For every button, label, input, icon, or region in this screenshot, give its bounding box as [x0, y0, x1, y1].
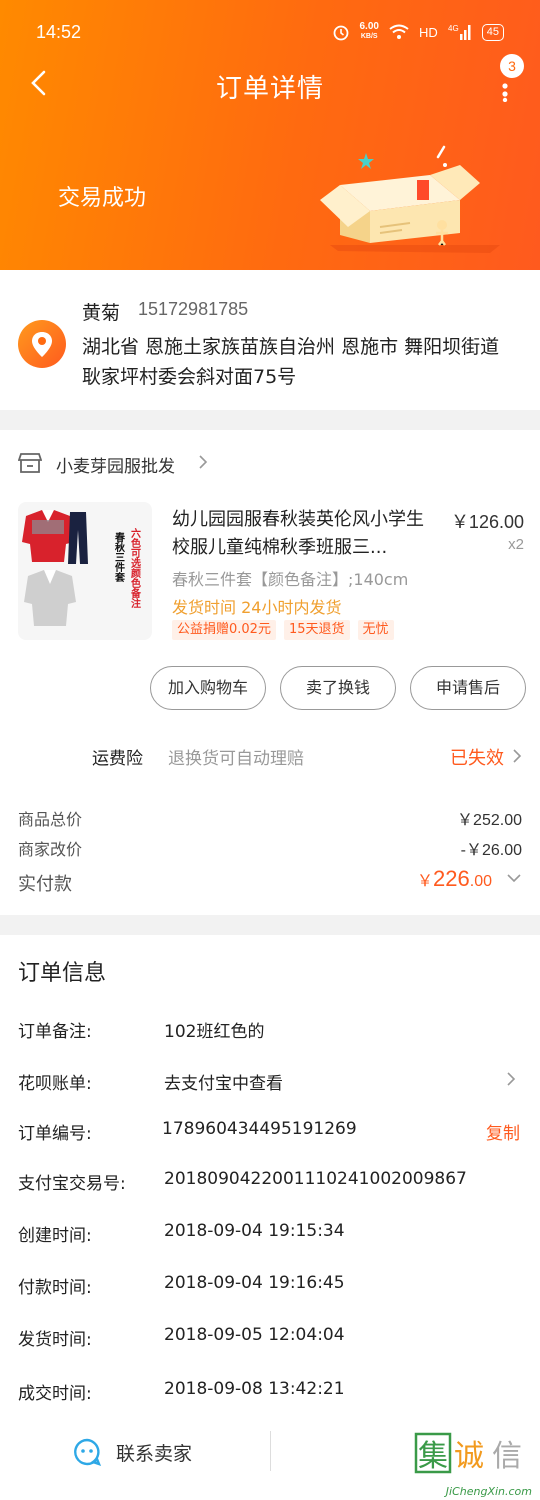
product-price: ￥126.00 [450, 512, 524, 532]
contact-seller-button[interactable]: 联系卖家 [116, 1439, 192, 1466]
insurance-label: 运费险 [92, 749, 143, 769]
divider [270, 1431, 271, 1471]
svg-text:集: 集 [418, 1439, 448, 1474]
product-title[interactable]: 幼儿园园服春秋装英伦风小学生校服儿童纯棉秋季班服三... [172, 506, 434, 562]
paid-label: 实付款 [18, 874, 72, 895]
insurance-status[interactable]: 已失效 [450, 744, 504, 770]
order-info-title: 订单信息 [18, 961, 107, 986]
watermark-site: JiChengXin.com [445, 1485, 532, 1498]
thumb-caption-1: 春秋三件套 [113, 531, 126, 583]
order-no-value: 178960434495191269 [162, 1119, 357, 1139]
alipay-no-label: 支付宝交易号: [18, 1174, 126, 1194]
paid-dec: .00 [469, 873, 492, 890]
price-adjust-value: -￥26.00 [460, 842, 522, 859]
resell-button[interactable]: 卖了换钱 [280, 666, 396, 710]
order-info-card: 订单信息 订单备注: 102班红色的 花呗账单: 去支付宝中查看 订单编号: 1… [0, 935, 540, 1415]
shop-icon [18, 453, 42, 473]
battery-indicator: 45 [481, 23, 504, 41]
paid-time-label: 付款时间: [18, 1278, 92, 1298]
status-icons: 6.00 KB/S HD 4G 45 [332, 22, 504, 42]
order-actions: 加入购物车 卖了换钱 申请售后 [150, 666, 526, 710]
huabei-label: 花呗账单: [18, 1074, 92, 1094]
add-to-cart-button[interactable]: 加入购物车 [150, 666, 266, 710]
service-tags: 公益捐赠0.02元 15天退货 无忧 [172, 620, 394, 640]
location-icon [18, 320, 66, 368]
message-badge[interactable]: 3 [500, 54, 524, 78]
signal-icon: 4G [448, 24, 471, 40]
price-adjust-label: 商家改价 [18, 840, 83, 859]
speed-unit: KB/S [360, 33, 378, 40]
insurance-desc: 退换货可自动理赔 [168, 749, 304, 769]
address-card: 黄菊 15172981785 湖北省 恩施土家族苗族自治州 恩施市 舞阳坝街道 … [0, 270, 540, 410]
tag-return: 15天退货 [283, 620, 350, 640]
receiver-address: 湖北省 恩施土家族苗族自治州 恩施市 舞阳坝街道 耿家坪村委会斜对面75号 [82, 336, 500, 388]
order-header: 14:52 6.00 KB/S HD 4G 45 订单详情 3 交易成功 [0, 0, 540, 270]
chevron-right-icon[interactable] [512, 748, 522, 764]
receiver-name: 黄菊 [82, 302, 121, 324]
receiver-phone: 15172981785 [138, 299, 249, 319]
chevron-right-icon[interactable] [506, 1071, 516, 1087]
product-quantity: x2 [508, 536, 524, 553]
speed-value: 6.00 [359, 21, 379, 32]
net-type: 4G [448, 24, 459, 33]
chevron-down-icon[interactable] [506, 873, 522, 883]
tag-worry-free: 无忧 [357, 620, 394, 640]
after-sale-button[interactable]: 申请售后 [410, 666, 526, 710]
shipped-label: 发货时间: [18, 1330, 92, 1350]
paid-time-value: 2018-09-04 19:16:45 [164, 1273, 345, 1293]
paid-symbol: ￥ [417, 873, 434, 890]
thumb-caption-2: 六色可选颜色备注 [129, 527, 142, 609]
page-title: 订单详情 [215, 74, 324, 104]
created-label: 创建时间: [18, 1226, 92, 1246]
open-box-illustration [320, 145, 500, 253]
paid-int: 226 [433, 866, 470, 891]
order-no-label: 订单编号: [18, 1124, 92, 1144]
alipay-no-value: 2018090422001110241002009867 [164, 1169, 467, 1189]
created-value: 2018-09-04 19:15:34 [164, 1221, 345, 1241]
completed-value: 2018-09-08 13:42:21 [164, 1379, 345, 1399]
svg-text:诚: 诚 [454, 1439, 484, 1474]
shipping-time: 发货时间 24小时内发货 [172, 598, 342, 617]
note-value: 102班红色的 [164, 1022, 265, 1042]
order-card: 小麦芽园服批发 春秋三件套 六色可选颜色备注 幼儿园园服春秋装英伦风小学生校服儿… [0, 430, 540, 915]
goods-total-value: ￥252.00 [457, 812, 522, 829]
status-bar: 14:52 6.00 KB/S HD 4G 45 [0, 0, 540, 64]
copy-button[interactable]: 复制 [486, 1119, 520, 1144]
completed-label: 成交时间: [18, 1384, 92, 1404]
huabei-value[interactable]: 去支付宝中查看 [164, 1069, 283, 1094]
hd-label: HD [418, 24, 438, 40]
price-adjust-row: 商家改价 -￥26.00 [18, 836, 522, 860]
product-sku: 春秋三件套【颜色备注】;140cm [172, 570, 409, 589]
trade-status: 交易成功 [58, 186, 147, 211]
status-time: 14:52 [36, 22, 82, 42]
paid-amount: ￥226.00 [417, 866, 492, 892]
svg-text:信: 信 [492, 1439, 522, 1474]
goods-total-label: 商品总价 [18, 810, 83, 829]
wifi-icon [389, 24, 409, 39]
chat-bubble-icon[interactable] [72, 1437, 102, 1467]
tag-donation: 公益捐赠0.02元 [172, 620, 276, 640]
network-speed: 6.00 KB/S [360, 22, 379, 42]
alarm-icon [333, 25, 348, 41]
shipped-value: 2018-09-05 12:04:04 [164, 1325, 345, 1345]
shop-name[interactable]: 小麦芽园服批发 [56, 452, 175, 477]
product-thumbnail[interactable]: 春秋三件套 六色可选颜色备注 [18, 502, 152, 640]
goods-total-row: 商品总价 ￥252.00 [18, 806, 522, 830]
uniform-image: 春秋三件套 六色可选颜色备注 [22, 510, 142, 626]
note-label: 订单备注: [18, 1022, 92, 1042]
chevron-right-icon[interactable] [198, 454, 208, 470]
